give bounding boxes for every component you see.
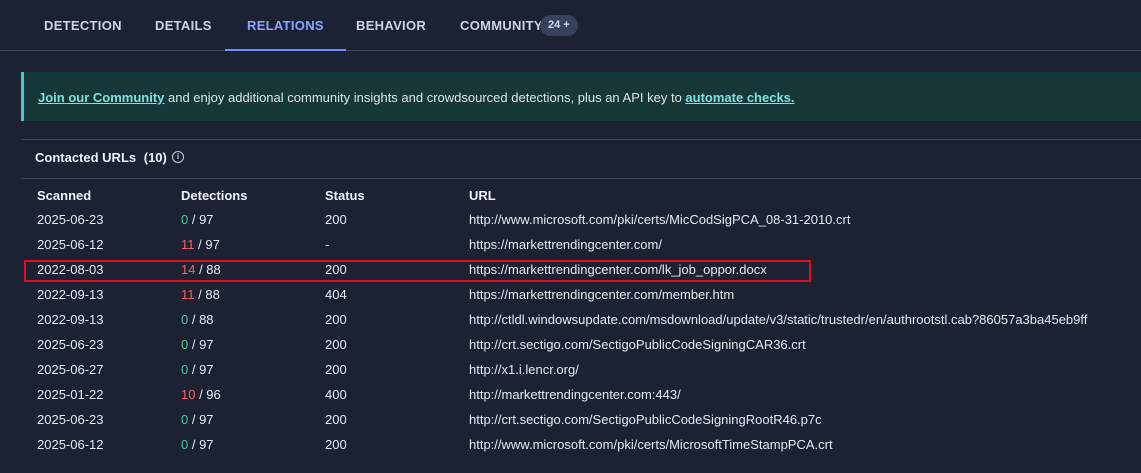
detection-total: / 96 bbox=[195, 387, 221, 402]
detections: 11 / 97 bbox=[181, 237, 220, 252]
column-header-scanned: Scanned bbox=[37, 188, 92, 203]
table-row[interactable]: 2022-09-13 0 / 88 200 http://ctldl.windowsu… bbox=[21, 308, 1141, 333]
url-link[interactable]: http://www.microsoft.com/pki/certs/MicCo… bbox=[469, 212, 850, 227]
join-community-link[interactable]: Join our Community bbox=[38, 90, 164, 105]
detections: 14 / 88 bbox=[181, 262, 221, 277]
detection-total: / 97 bbox=[188, 437, 214, 452]
detections: 0 / 97 bbox=[181, 337, 214, 352]
tab-relations[interactable]: RELATIONS bbox=[225, 0, 346, 51]
detections: 11 / 88 bbox=[181, 287, 220, 302]
table-row[interactable]: 2025-06-23 0 / 97 200 http://www.microsoft.… bbox=[21, 208, 1141, 233]
detection-total: / 97 bbox=[188, 412, 214, 427]
scanned-date: 2022-08-03 bbox=[37, 262, 104, 277]
detection-count: 10 bbox=[181, 387, 196, 402]
scanned-date: 2022-09-13 bbox=[37, 287, 104, 302]
url-link[interactable]: https://markettrendingcenter.com/ bbox=[469, 237, 662, 252]
url-link[interactable]: http://crt.sectigo.com/SectigoPublicCode… bbox=[469, 412, 822, 427]
detections: 0 / 97 bbox=[181, 437, 214, 452]
url-link[interactable]: http://x1.i.lencr.org/ bbox=[469, 362, 579, 377]
scanned-date: 2025-06-23 bbox=[37, 212, 104, 227]
http-status: 200 bbox=[325, 362, 347, 377]
detections: 0 / 97 bbox=[181, 212, 214, 227]
detection-count: 11 bbox=[181, 237, 195, 252]
url-link[interactable]: http://crt.sectigo.com/SectigoPublicCode… bbox=[469, 337, 806, 352]
scanned-date: 2022-09-13 bbox=[37, 312, 104, 327]
http-status: - bbox=[325, 237, 330, 252]
tab-community[interactable]: COMMUNITY bbox=[458, 0, 545, 50]
banner-text: and enjoy additional community insights … bbox=[164, 90, 686, 105]
scanned-date: 2025-06-27 bbox=[37, 362, 104, 377]
panel-title: Contacted URLs (10) bbox=[35, 150, 167, 165]
table-row[interactable]: 2025-01-22 10 / 96 400 http://markettrendin… bbox=[21, 383, 1141, 408]
http-status: 200 bbox=[325, 312, 347, 327]
detection-count: 14 bbox=[181, 262, 196, 277]
automate-checks-link[interactable]: automate checks. bbox=[685, 90, 794, 105]
detections: 0 / 97 bbox=[181, 412, 214, 427]
scanned-date: 2025-06-23 bbox=[37, 412, 104, 427]
contacted-urls-panel: Contacted URLs (10) i Scanned Detections… bbox=[21, 139, 1141, 473]
http-status: 200 bbox=[325, 262, 347, 277]
url-link[interactable]: https://markettrendingcenter.com/lk_job_… bbox=[469, 262, 767, 277]
column-header-detections: Detections bbox=[181, 188, 248, 203]
table-row[interactable]: 2025-06-12 0 / 97 200 http://www.microsoft.… bbox=[21, 433, 1141, 458]
detection-total: / 88 bbox=[188, 312, 214, 327]
http-status: 200 bbox=[325, 212, 347, 227]
http-status: 400 bbox=[325, 387, 347, 402]
tab-behavior[interactable]: BEHAVIOR bbox=[354, 0, 428, 50]
detection-total: / 88 bbox=[195, 262, 221, 277]
column-header-url: URL bbox=[469, 188, 496, 203]
detection-total: / 97 bbox=[194, 237, 220, 252]
url-link[interactable]: http://markettrendingcenter.com:443/ bbox=[469, 387, 681, 402]
table-row[interactable]: 2025-06-27 0 / 97 200 http://x1.i.lencr.org… bbox=[21, 358, 1141, 383]
tab-bar: DETECTION DETAILS RELATIONS BEHAVIOR COM… bbox=[0, 0, 1141, 51]
column-header-status: Status bbox=[325, 188, 365, 203]
url-link[interactable]: http://www.microsoft.com/pki/certs/Micro… bbox=[469, 437, 833, 452]
table-row[interactable]: 2025-06-23 0 / 97 200 http://crt.sectigo.co… bbox=[21, 333, 1141, 358]
tab-details[interactable]: DETAILS bbox=[153, 0, 214, 50]
table-row[interactable]: 2025-06-23 0 / 97 200 http://crt.sectigo.co… bbox=[21, 408, 1141, 433]
community-banner: Join our Community and enjoy additional … bbox=[21, 72, 1141, 121]
detections: 0 / 88 bbox=[181, 312, 214, 327]
tab-detection[interactable]: DETECTION bbox=[42, 0, 124, 50]
scanned-date: 2025-06-23 bbox=[37, 337, 104, 352]
community-count-badge: 24 + bbox=[540, 15, 578, 36]
panel-title-count: (10) bbox=[143, 150, 167, 165]
http-status: 404 bbox=[325, 287, 347, 302]
panel-title-label: Contacted URLs bbox=[35, 150, 137, 165]
detections: 0 / 97 bbox=[181, 362, 214, 377]
detection-total: / 97 bbox=[188, 337, 214, 352]
detections: 10 / 96 bbox=[181, 387, 221, 402]
url-link[interactable]: https://markettrendingcenter.com/member.… bbox=[469, 287, 734, 302]
info-icon[interactable]: i bbox=[172, 151, 184, 163]
scanned-date: 2025-06-12 bbox=[37, 437, 104, 452]
table-row[interactable]: 2025-06-12 11 / 97 - https://markettrending… bbox=[21, 233, 1141, 258]
table-row[interactable]: 2022-08-03 14 / 88 200 https://markettrendi… bbox=[21, 258, 1141, 283]
detection-total: / 97 bbox=[188, 212, 214, 227]
divider bbox=[21, 178, 1141, 179]
http-status: 200 bbox=[325, 337, 347, 352]
http-status: 200 bbox=[325, 437, 347, 452]
detection-total: / 97 bbox=[188, 362, 214, 377]
http-status: 200 bbox=[325, 412, 347, 427]
table-row[interactable]: 2022-09-13 11 / 88 404 https://markettrendi… bbox=[21, 283, 1141, 308]
scanned-date: 2025-01-22 bbox=[37, 387, 104, 402]
detection-count: 11 bbox=[181, 287, 195, 302]
url-link[interactable]: http://ctldl.windowsupdate.com/msdownloa… bbox=[469, 312, 1087, 327]
scanned-date: 2025-06-12 bbox=[37, 237, 104, 252]
detection-total: / 88 bbox=[194, 287, 220, 302]
